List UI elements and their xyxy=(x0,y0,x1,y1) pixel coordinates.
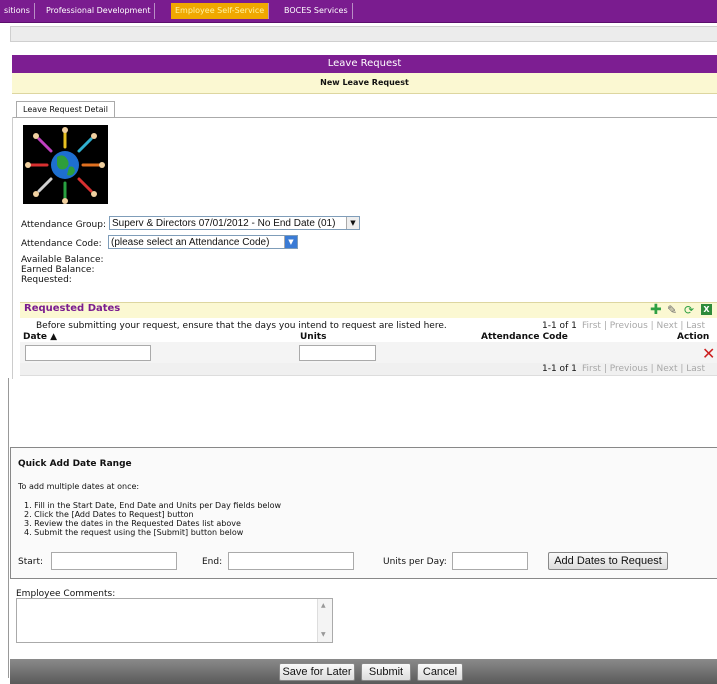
units-per-day-input[interactable] xyxy=(452,552,528,570)
page-title: Leave Request xyxy=(12,55,717,73)
excel-icon[interactable]: X xyxy=(701,304,712,315)
units-per-day-label: Units per Day: xyxy=(383,557,447,567)
scroll-down-icon[interactable]: ▼ xyxy=(321,631,326,638)
pager-last-bottom[interactable]: Last xyxy=(686,364,705,374)
start-date-input[interactable] xyxy=(51,552,177,570)
end-date-input[interactable] xyxy=(228,552,354,570)
start-label: Start: xyxy=(18,557,44,567)
pager-count: 1-1 of 1 xyxy=(542,321,577,331)
requested-dates-header xyxy=(20,302,717,318)
toolbar-strip xyxy=(10,26,717,42)
date-input[interactable] xyxy=(25,345,151,361)
column-date[interactable]: Date ▲ xyxy=(23,332,57,342)
chevron-down-icon[interactable]: ▼ xyxy=(346,217,359,229)
pager-first-bottom[interactable]: First xyxy=(582,364,601,374)
pager-count-bottom: 1-1 of 1 xyxy=(542,364,577,374)
attendance-code-value: (please select an Attendance Code) xyxy=(111,237,270,248)
tab-divider xyxy=(12,117,717,118)
attendance-group-label: Attendance Group: xyxy=(21,220,107,230)
cancel-button[interactable]: Cancel xyxy=(417,663,463,681)
requested-dates-instruction: Before submitting your request, ensure t… xyxy=(36,321,447,331)
requested-dates-title: Requested Dates xyxy=(24,303,121,314)
pager-first[interactable]: First xyxy=(582,321,601,331)
column-units: Units xyxy=(300,332,327,342)
nav-tab-professional-development[interactable]: Professional Development xyxy=(42,3,156,19)
units-input[interactable] xyxy=(299,345,376,361)
pager-previous[interactable]: Previous xyxy=(610,321,648,331)
nav-tab-positions[interactable]: sitions xyxy=(0,3,35,19)
add-dates-to-request-button[interactable]: Add Dates to Request xyxy=(548,552,668,570)
employee-comments-textarea[interactable]: ▲ ▼ xyxy=(16,598,333,643)
people-around-globe-logo xyxy=(23,125,108,204)
pager-bottom: First | Previous | Next | Last xyxy=(582,364,706,374)
quick-add-step-1: 1. Fill in the Start Date, End Date and … xyxy=(24,501,282,510)
tab-leave-request-detail[interactable]: Leave Request Detail xyxy=(16,101,115,118)
attendance-group-value: Superv & Directors 07/01/2012 - No End D… xyxy=(112,218,336,229)
attendance-code-select[interactable]: (please select an Attendance Code) ▼ xyxy=(108,235,298,249)
delete-icon[interactable]: ✕ xyxy=(702,344,715,363)
panel-border xyxy=(12,117,13,379)
add-icon[interactable]: ✚ xyxy=(650,302,662,318)
page-subtitle: New Leave Request xyxy=(12,73,717,94)
attendance-group-select[interactable]: Superv & Directors 07/01/2012 - No End D… xyxy=(109,216,360,230)
column-action: Action xyxy=(677,332,710,342)
submit-button[interactable]: Submit xyxy=(361,663,411,681)
nav-tab-boces-services[interactable]: BOCES Services xyxy=(280,3,353,19)
column-attendance-code: Attendance Code xyxy=(481,332,568,342)
pager: First | Previous | Next | Last xyxy=(582,321,706,331)
save-for-later-button[interactable]: Save for Later xyxy=(279,663,355,681)
quick-add-intro: To add multiple dates at once: xyxy=(18,482,140,491)
pager-last[interactable]: Last xyxy=(686,321,705,331)
chevron-down-icon[interactable]: ▼ xyxy=(284,236,297,248)
quick-add-step-4: 4. Submit the request using the [Submit]… xyxy=(24,528,244,537)
nav-tab-employee-self-service[interactable]: Employee Self-Service xyxy=(171,3,270,19)
quick-add-step-2: 2. Click the [Add Dates to Request] butt… xyxy=(24,510,194,519)
edit-icon[interactable]: ✎ xyxy=(667,303,677,317)
panel-border-lower xyxy=(8,378,9,678)
scroll-up-icon[interactable]: ▲ xyxy=(321,602,326,609)
available-balance-label: Available Balance: xyxy=(21,255,104,265)
pager-previous-bottom[interactable]: Previous xyxy=(610,364,648,374)
pager-next[interactable]: Next xyxy=(657,321,678,331)
quick-add-step-3: 3. Review the dates in the Requested Dat… xyxy=(24,519,241,528)
pager-next-bottom[interactable]: Next xyxy=(657,364,678,374)
refresh-icon[interactable]: ⟳ xyxy=(684,303,694,317)
earned-balance-label: Earned Balance: xyxy=(21,265,95,275)
end-label: End: xyxy=(202,557,223,567)
comments-scrollbar[interactable]: ▲ ▼ xyxy=(317,599,332,642)
quick-add-title: Quick Add Date Range xyxy=(18,459,132,469)
requested-label: Requested: xyxy=(21,275,72,285)
top-navigation-bar: sitions Professional Development Employe… xyxy=(0,0,717,23)
attendance-code-label: Attendance Code: xyxy=(21,239,102,249)
